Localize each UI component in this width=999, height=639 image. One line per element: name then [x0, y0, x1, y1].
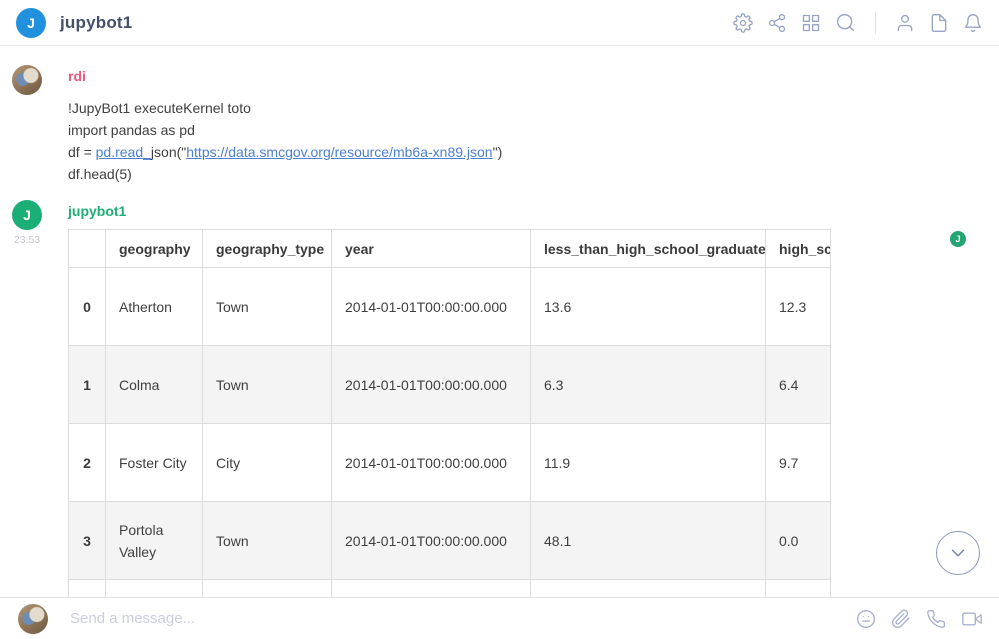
message-body: rdi !JupyBot1 executeKernel toto import …	[68, 65, 999, 185]
table-cell: Town	[203, 268, 332, 346]
table-cell	[203, 580, 332, 598]
code-line: import pandas as pd	[68, 119, 999, 141]
dataframe-table-container[interactable]: geography geography_type year less_than_…	[68, 229, 831, 597]
table-cell: Colma	[106, 346, 203, 424]
table-cell: 48.1	[531, 502, 766, 580]
column-header-hs-graduate: high_school_graduate	[766, 230, 832, 268]
table-cell	[766, 580, 832, 598]
composer-user-avatar	[18, 604, 48, 634]
table-cell: Town	[203, 346, 332, 424]
header-toolbar	[733, 12, 983, 34]
channel-title: jupybot1	[60, 13, 132, 33]
code-text: json("	[151, 144, 186, 160]
table-cell: Atherton	[106, 268, 203, 346]
emoji-icon[interactable]	[856, 609, 876, 629]
message-rdi: rdi !JupyBot1 executeKernel toto import …	[0, 65, 999, 185]
message-input[interactable]	[70, 610, 856, 627]
table-row-partial	[69, 580, 832, 598]
chevron-down-icon	[947, 542, 969, 564]
composer-toolbar	[856, 609, 983, 629]
code-text: ")	[493, 144, 503, 160]
share-icon[interactable]	[767, 13, 787, 33]
header-divider	[875, 12, 876, 34]
table-cell	[332, 580, 531, 598]
row-index: 1	[69, 346, 106, 424]
url-link[interactable]: https://data.smcgov.org/resource/mb6a-xn…	[186, 144, 492, 160]
row-index: 0	[69, 268, 106, 346]
column-header-index	[69, 230, 106, 268]
table-cell: 6.4	[766, 346, 832, 424]
table-cell: 2014-01-01T00:00:00.000	[332, 268, 531, 346]
settings-gear-icon[interactable]	[733, 13, 753, 33]
phone-call-icon[interactable]	[926, 609, 946, 629]
table-cell: 2014-01-01T00:00:00.000	[332, 424, 531, 502]
table-cell: 9.7	[766, 424, 832, 502]
composer	[0, 597, 999, 639]
bot-presence-badge: J	[950, 231, 966, 247]
message-gutter	[12, 65, 68, 185]
row-index	[69, 580, 106, 598]
username-rdi[interactable]: rdi	[68, 68, 999, 84]
table-cell: Town	[203, 502, 332, 580]
bot-avatar-jupybot1[interactable]: J	[12, 200, 42, 230]
chat-app-window: J jupybot1	[0, 0, 999, 639]
message-body: jupybot1 geography geography_type	[68, 200, 999, 597]
code-line: df = pd.read_json("https://data.smcgov.o…	[68, 141, 999, 163]
document-icon[interactable]	[929, 13, 949, 33]
table-cell: 0.0	[766, 502, 832, 580]
table-cell: 12.3	[766, 268, 832, 346]
message-timestamp: 23:53	[12, 234, 42, 246]
username-jupybot1[interactable]: jupybot1	[68, 203, 999, 219]
paperclip-icon[interactable]	[891, 609, 911, 629]
table-cell: Portola Valley	[106, 502, 203, 580]
message-text: !JupyBot1 executeKernel toto import pand…	[68, 97, 999, 185]
table-cell: 2014-01-01T00:00:00.000	[332, 346, 531, 424]
table-row: 2 Foster City City 2014-01-01T00:00:00.0…	[69, 424, 832, 502]
channel-header: J jupybot1	[0, 0, 999, 46]
video-call-icon[interactable]	[961, 609, 983, 629]
table-row: 0 Atherton Town 2014-01-01T00:00:00.000 …	[69, 268, 832, 346]
table-cell: 11.9	[531, 424, 766, 502]
table-cell: City	[203, 424, 332, 502]
jump-to-bottom-button[interactable]	[936, 531, 980, 575]
table-header-row: geography geography_type year less_than_…	[69, 230, 832, 268]
code-text: df =	[68, 144, 96, 160]
dataframe-table: geography geography_type year less_than_…	[68, 229, 831, 597]
table-cell: Foster City	[106, 424, 203, 502]
table-cell: 6.3	[531, 346, 766, 424]
auto-link[interactable]: pd.read_	[96, 144, 151, 160]
code-line: df.head(5)	[68, 163, 999, 185]
row-index: 2	[69, 424, 106, 502]
table-cell: 13.6	[531, 268, 766, 346]
apps-grid-icon[interactable]	[801, 13, 821, 33]
user-avatar-rdi[interactable]	[12, 65, 42, 95]
message-gutter: J 23:53	[12, 200, 68, 597]
search-icon[interactable]	[835, 12, 856, 33]
table-row: 3 Portola Valley Town 2014-01-01T00:00:0…	[69, 502, 832, 580]
user-icon[interactable]	[895, 13, 915, 33]
row-index: 3	[69, 502, 106, 580]
table-cell: 2014-01-01T00:00:00.000	[332, 502, 531, 580]
message-list: rdi !JupyBot1 executeKernel toto import …	[0, 46, 999, 597]
column-header-year: year	[332, 230, 531, 268]
code-line: !JupyBot1 executeKernel toto	[68, 97, 999, 119]
table-cell	[531, 580, 766, 598]
column-header-geography-type: geography_type	[203, 230, 332, 268]
column-header-less-than-hs: less_than_high_school_graduate	[531, 230, 766, 268]
table-cell	[106, 580, 203, 598]
message-jupybot1: J 23:53 jupybot1 geography	[0, 200, 999, 597]
channel-avatar: J	[16, 8, 46, 38]
column-header-geography: geography	[106, 230, 203, 268]
table-row: 1 Colma Town 2014-01-01T00:00:00.000 6.3…	[69, 346, 832, 424]
bell-icon[interactable]	[963, 13, 983, 33]
